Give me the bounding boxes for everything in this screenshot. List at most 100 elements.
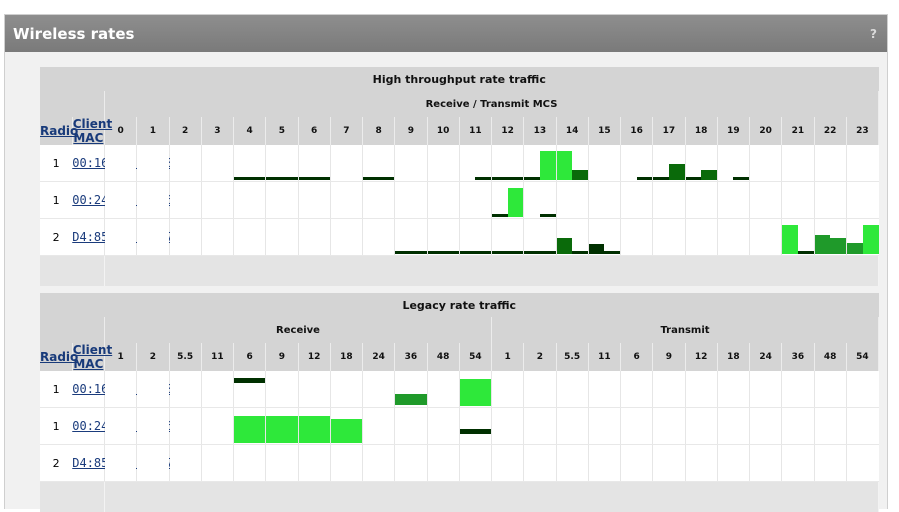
rate-cell xyxy=(492,182,524,219)
rate-bar xyxy=(589,244,605,254)
client-mac-link[interactable]: 00:24:D7:43:D6:44 xyxy=(72,408,104,445)
rate-bar xyxy=(460,379,491,406)
rate-bar xyxy=(863,225,879,254)
radio-value: 1 xyxy=(40,145,72,182)
rate-bar xyxy=(815,235,831,254)
client-mac-link[interactable]: 00:16:EA:8F:00:26 xyxy=(72,145,104,182)
client-mac-link[interactable]: D4:85:64:89:C7:8F xyxy=(72,445,104,482)
rate-cell xyxy=(201,408,233,445)
rate-cell xyxy=(395,408,427,445)
rate-bar xyxy=(363,177,394,180)
legacy-transmit-column-header: 36 xyxy=(782,343,814,371)
rate-cell xyxy=(846,182,878,219)
rate-cell xyxy=(524,408,556,445)
rate-cell xyxy=(363,145,395,182)
rate-bar xyxy=(428,251,444,254)
rate-cell xyxy=(201,219,233,256)
mcs-column-header: 7 xyxy=(330,117,362,145)
rate-bar xyxy=(669,164,685,180)
rate-cell xyxy=(234,145,266,182)
rate-cell xyxy=(459,371,491,408)
radio-sort-link[interactable]: Radio xyxy=(40,343,72,371)
client-mac-link[interactable]: 00:16:EA:8F:00:26 xyxy=(72,371,104,408)
legacy-receive-column-header: 2 xyxy=(137,343,169,371)
legacy-receive-column-header: 48 xyxy=(427,343,459,371)
rate-bar xyxy=(460,251,476,254)
rate-cell xyxy=(621,445,653,482)
rate-bar xyxy=(234,416,265,443)
mcs-column-header: 12 xyxy=(492,117,524,145)
rate-cell xyxy=(363,445,395,482)
client-mac-link[interactable]: D4:85:64:89:C7:8F xyxy=(72,219,104,256)
rate-cell xyxy=(492,371,524,408)
rate-cell xyxy=(750,219,782,256)
rate-bar xyxy=(572,251,588,254)
rate-cell xyxy=(105,445,137,482)
client-mac-sort-link[interactable]: Client MAC xyxy=(72,343,104,371)
table-row: 100:16:EA:8F:00:26 xyxy=(40,145,879,182)
rate-bar xyxy=(492,177,508,180)
legacy-receive-column-header: 5.5 xyxy=(169,343,201,371)
radio-sort-link[interactable]: Radio xyxy=(40,117,72,145)
table-row: 100:16:EA:8F:00:26 xyxy=(40,371,879,408)
legacy-transmit-column-header: 2 xyxy=(524,343,556,371)
rate-cell xyxy=(717,408,749,445)
rate-cell xyxy=(234,182,266,219)
rate-cell xyxy=(750,145,782,182)
rate-bar xyxy=(443,251,459,254)
rate-cell xyxy=(427,219,459,256)
rate-cell xyxy=(685,408,717,445)
rate-cell xyxy=(137,371,169,408)
rate-cell xyxy=(588,408,620,445)
rate-cell xyxy=(814,182,846,219)
rate-bar xyxy=(475,177,491,180)
rate-cell xyxy=(330,182,362,219)
rate-cell xyxy=(685,219,717,256)
rate-bar xyxy=(508,177,524,180)
client-mac-sort-link[interactable]: Client MAC xyxy=(72,117,104,145)
rate-bar xyxy=(299,416,330,443)
mcs-column-header: 20 xyxy=(750,117,782,145)
rate-cell xyxy=(717,219,749,256)
rate-bar xyxy=(782,225,798,254)
mcs-column-header: 16 xyxy=(621,117,653,145)
rate-bar xyxy=(798,251,814,254)
rate-cell xyxy=(137,182,169,219)
mcs-column-header: 17 xyxy=(653,117,685,145)
rate-cell xyxy=(330,145,362,182)
legacy-receive-column-header: 6 xyxy=(234,343,266,371)
rate-cell xyxy=(105,182,137,219)
rate-cell xyxy=(556,145,588,182)
rate-bar xyxy=(395,394,426,405)
rate-cell xyxy=(330,219,362,256)
rate-cell xyxy=(492,219,524,256)
rate-bar xyxy=(234,378,265,383)
rate-cell xyxy=(427,371,459,408)
rate-cell xyxy=(201,182,233,219)
help-icon[interactable]: ? xyxy=(870,27,877,41)
rate-cell xyxy=(105,371,137,408)
rate-cell xyxy=(814,219,846,256)
rate-cell xyxy=(685,445,717,482)
rate-cell xyxy=(395,145,427,182)
rate-cell xyxy=(363,408,395,445)
mcs-column-header: 6 xyxy=(298,117,330,145)
rate-cell xyxy=(588,219,620,256)
mcs-column-header: 5 xyxy=(266,117,298,145)
rate-cell xyxy=(266,408,298,445)
rate-cell xyxy=(137,219,169,256)
rate-bar xyxy=(460,429,491,434)
rate-cell xyxy=(330,408,362,445)
rate-bar xyxy=(299,177,330,180)
rate-cell xyxy=(395,445,427,482)
client-mac-link[interactable]: 00:24:D7:43:D6:44 xyxy=(72,182,104,219)
mcs-column-header: 21 xyxy=(782,117,814,145)
mcs-column-header: 1 xyxy=(137,117,169,145)
rate-cell xyxy=(266,445,298,482)
rate-cell xyxy=(459,408,491,445)
rate-cell xyxy=(330,371,362,408)
rate-bar xyxy=(540,251,556,254)
rate-cell xyxy=(298,219,330,256)
transmit-group-header: Transmit xyxy=(492,317,879,343)
rate-cell xyxy=(556,371,588,408)
